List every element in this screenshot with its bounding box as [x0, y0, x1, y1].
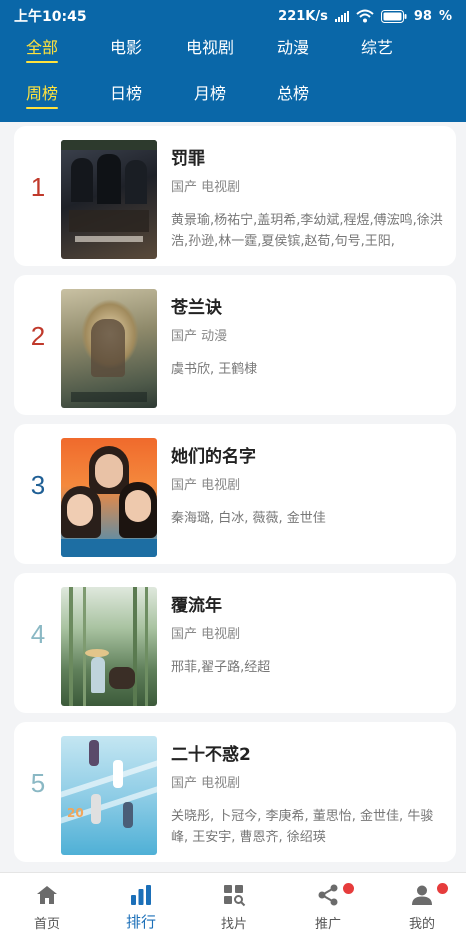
status-bar: 上午10:45 221K/s 98%	[0, 0, 466, 32]
poster-image	[61, 140, 157, 259]
item-cast: 关晓彤, 卜冠今, 李庚希, 董思怡, 金世佳, 牛骏峰, 王安宇, 曹恩齐, …	[171, 809, 434, 845]
poster-image	[61, 289, 157, 408]
network-speed: 221K/s	[278, 8, 328, 24]
item-meta: 国产 电视剧	[171, 627, 241, 642]
wifi-icon	[356, 9, 374, 23]
item-title: 她们的名字	[171, 447, 256, 467]
tab-movie[interactable]: 电影	[110, 34, 142, 58]
home-icon	[37, 886, 57, 904]
battery-level: 98	[413, 8, 432, 24]
share-icon	[318, 884, 338, 906]
nav-home-label: 首页	[33, 917, 60, 932]
nav-profile[interactable]: 我的	[387, 873, 457, 936]
tab-variety[interactable]: 综艺	[361, 34, 393, 58]
item-meta: 国产 电视剧	[171, 180, 241, 195]
nav-find-label: 找片	[220, 917, 247, 932]
nav-profile-label: 我的	[408, 917, 435, 932]
list-item[interactable]: 3 她们的名字 国产 电视剧 秦海璐, 白冰, 薇薇, 金世佳	[14, 424, 456, 564]
item-title: 覆流年	[171, 596, 222, 616]
poster-image	[61, 587, 157, 706]
item-meta: 国产 电视剧	[171, 776, 241, 791]
item-title: 二十不惑2	[171, 745, 251, 765]
notification-badge	[343, 883, 354, 894]
rank-number: 5	[30, 768, 46, 798]
rank-number: 1	[30, 172, 46, 202]
notification-badge	[437, 883, 448, 894]
rank-number: 2	[30, 321, 46, 351]
nav-ranking[interactable]: 排行	[106, 873, 176, 936]
find-icon	[224, 885, 246, 907]
category-tabs: 全部 电影 电视剧 动漫 综艺	[0, 34, 466, 63]
nav-share-label: 推广	[314, 917, 341, 932]
item-title: 苍兰诀	[171, 298, 222, 318]
signal-icon	[334, 10, 349, 22]
poster-image: 20	[61, 736, 157, 855]
battery-percent-sign: %	[438, 8, 452, 24]
rank-number: 3	[30, 470, 46, 500]
list-item[interactable]: 2 苍兰诀 国产 动漫 虞书欣, 王鹤棣	[14, 275, 456, 415]
item-title: 罚罪	[171, 149, 205, 169]
tab-daily[interactable]: 日榜	[110, 80, 142, 104]
item-cast: 邢菲,翟子路,经超	[171, 660, 271, 675]
nav-share[interactable]: 推广	[293, 873, 363, 936]
rank-number: 4	[30, 619, 46, 649]
tab-weekly[interactable]: 周榜	[25, 80, 59, 109]
status-time: 上午10:45	[14, 9, 87, 25]
list-item[interactable]: 1 罚罪 国产 电视剧 黄景瑜,杨祐宁,盖玥希,李幼斌,程煜,傅浤鸣,徐洪浩,孙…	[14, 126, 456, 266]
battery-icon	[380, 9, 407, 23]
list-item[interactable]: 5 20 二十不惑2 国产 电视剧 关晓彤, 卜冠今, 李庚希, 董思怡, 金世…	[14, 722, 456, 862]
item-cast: 秦海璐, 白冰, 薇薇, 金世佳	[171, 511, 326, 526]
item-cast: 黄景瑜,杨祐宁,盖玥希,李幼斌,程煜,傅浤鸣,徐洪浩,孙逊,林一霆,夏侯镔,赵荀…	[171, 213, 443, 249]
tab-all-time[interactable]: 总榜	[277, 80, 309, 104]
user-icon	[412, 885, 432, 905]
item-meta: 国产 动漫	[171, 329, 228, 344]
ranking-icon	[131, 885, 151, 905]
tab-anime[interactable]: 动漫	[277, 34, 309, 58]
item-meta: 国产 电视剧	[171, 478, 241, 493]
tab-tv-series[interactable]: 电视剧	[186, 34, 234, 58]
bottom-navigation: 首页 排行 找片 推广 我的	[0, 872, 466, 936]
tab-monthly[interactable]: 月榜	[194, 80, 226, 104]
poster-image	[61, 438, 157, 557]
nav-ranking-label: 排行	[125, 913, 156, 931]
nav-home[interactable]: 首页	[12, 873, 82, 936]
list-item[interactable]: 4 覆流年 国产 电视剧 邢菲,翟子路,经超	[14, 573, 456, 713]
nav-find[interactable]: 找片	[199, 873, 269, 936]
app-header: 上午10:45 221K/s 98% 全部 电影 电视剧 动漫 综艺 周榜 日榜…	[0, 0, 466, 122]
tab-all[interactable]: 全部	[25, 34, 59, 63]
status-indicators: 221K/s 98%	[278, 9, 452, 24]
ranking-tabs: 周榜 日榜 月榜 总榜	[0, 80, 466, 110]
item-cast: 虞书欣, 王鹤棣	[171, 362, 258, 377]
